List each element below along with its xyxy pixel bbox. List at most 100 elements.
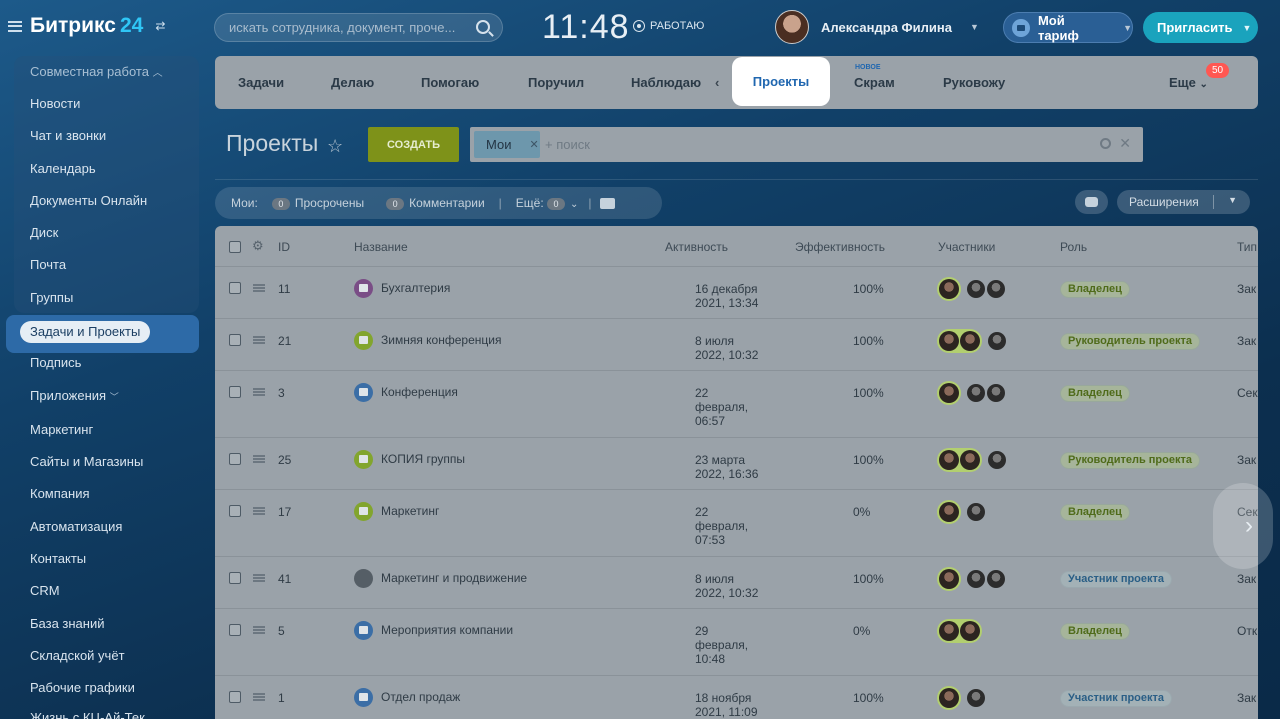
chevron-down-icon[interactable]: ▼ <box>970 22 979 32</box>
tariff-button[interactable]: Мой тариф ▼ <box>1003 12 1133 43</box>
tab-assigned[interactable]: Поручил <box>528 75 584 90</box>
sidebar-item-company[interactable]: Компания <box>30 484 90 504</box>
members[interactable] <box>937 329 1006 353</box>
project-name[interactable]: Зимняя конференция <box>381 333 501 347</box>
drag-handle-icon[interactable] <box>253 693 265 701</box>
project-name[interactable]: Отдел продаж <box>381 690 460 704</box>
drag-handle-icon[interactable] <box>253 388 265 396</box>
table-row[interactable]: 17 Маркетинг 22 февраля, 07:53 0% Владелец… <box>215 489 1258 556</box>
sidebar-item-documents[interactable]: Документы Онлайн <box>30 191 147 211</box>
project-name[interactable]: Мероприятия компании <box>381 623 513 637</box>
tab-helping[interactable]: Помогаю <box>421 75 479 90</box>
select-all-checkbox[interactable] <box>229 241 241 253</box>
row-checkbox[interactable] <box>229 282 241 294</box>
chevron-right-icon[interactable]: › <box>1213 483 1273 569</box>
header-efficiency[interactable]: Эффективность <box>795 240 885 254</box>
header-members[interactable]: Участники <box>938 240 995 254</box>
header-name[interactable]: Название <box>354 240 408 254</box>
project-name[interactable]: Маркетинг <box>381 504 439 518</box>
gear-icon[interactable]: ⚙ <box>252 238 264 254</box>
caret-down-icon[interactable]: ▼ <box>1228 195 1237 205</box>
sidebar-item-apps[interactable]: Приложения ﹀ <box>30 386 119 406</box>
table-row[interactable]: 11 Бухгалтерия 16 декабря 2021, 13:34 100… <box>215 266 1258 318</box>
counter-more[interactable]: Ещё: 0 ⌄ <box>516 196 578 210</box>
sidebar-item-crm[interactable]: CRM <box>30 581 60 601</box>
user-menu[interactable]: Александра Филина ▼ <box>775 10 979 44</box>
filter-search[interactable]: Мои ✕ + поиск ✕ <box>470 127 1143 162</box>
header-id[interactable]: ID <box>278 240 290 254</box>
table-row[interactable]: 21 Зимняя конференция 8 июля 2022, 10:32 … <box>215 318 1258 370</box>
sidebar-item-news[interactable]: Новости <box>30 94 80 114</box>
tab-projects[interactable]: Проекты <box>732 57 830 106</box>
table-row[interactable]: 25 КОПИЯ группы 23 марта 2022, 16:36 100%… <box>215 437 1258 489</box>
tab-doing[interactable]: Делаю <box>331 75 374 90</box>
row-checkbox[interactable] <box>229 691 241 703</box>
drag-handle-icon[interactable] <box>253 626 265 634</box>
sidebar-item-chat[interactable]: Чат и звонки <box>30 126 106 146</box>
table-row[interactable]: 3 Конференция 22 февраля, 06:57 100% Владе… <box>215 370 1258 437</box>
work-status[interactable]: РАБОТАЮ <box>633 20 704 32</box>
chevron-left-icon[interactable]: ‹ <box>715 75 719 90</box>
table-row[interactable]: 5 Мероприятия компании 29 февраля, 10:48 0… <box>215 608 1258 675</box>
create-button[interactable]: СОЗДАТЬ <box>368 127 459 162</box>
filter-input[interactable]: + поиск <box>545 137 590 152</box>
menu-icon[interactable] <box>8 20 22 32</box>
drag-handle-icon[interactable] <box>253 336 265 344</box>
drag-handle-icon[interactable] <box>253 507 265 515</box>
table-row[interactable]: 41 Маркетинг и продвижение 8 июля 2022, 1… <box>215 556 1258 608</box>
settings-toggle-icon[interactable]: ⇄ <box>155 19 165 33</box>
project-name[interactable]: КОПИЯ группы <box>381 452 465 466</box>
table-row[interactable]: 1 Отдел продаж 18 ноября 2021, 11:09 100%… <box>215 675 1258 719</box>
tab-more[interactable]: Еще ⌄ <box>1169 75 1208 90</box>
members[interactable] <box>937 619 986 643</box>
sidebar-item-contacts[interactable]: Контакты <box>30 549 86 569</box>
chat-icon[interactable] <box>599 197 615 209</box>
drag-handle-icon[interactable] <box>253 455 265 463</box>
search-input[interactable] <box>229 20 469 35</box>
counter-overdue[interactable]: 0 Просрочены <box>271 196 364 210</box>
sidebar-group-title[interactable]: Совместная работа ︿ <box>30 62 163 82</box>
sidebar-item-sites[interactable]: Сайты и Магазины <box>30 452 143 472</box>
row-checkbox[interactable] <box>229 386 241 398</box>
project-name[interactable]: Конференция <box>381 385 458 399</box>
project-name[interactable]: Бухгалтерия <box>381 281 450 295</box>
sidebar-item-mail[interactable]: Почта <box>30 255 66 275</box>
members[interactable] <box>937 448 1006 472</box>
drag-handle-icon[interactable] <box>253 284 265 292</box>
row-checkbox[interactable] <box>229 453 241 465</box>
search-icon[interactable] <box>1100 138 1111 149</box>
search-icon[interactable] <box>476 20 490 34</box>
star-icon[interactable]: ☆ <box>327 136 343 157</box>
row-checkbox[interactable] <box>229 624 241 636</box>
row-checkbox[interactable] <box>229 505 241 517</box>
members[interactable] <box>937 686 985 710</box>
members[interactable] <box>937 567 1005 591</box>
tab-managing[interactable]: Руковожу <box>943 75 1005 90</box>
tab-watching[interactable]: Наблюдаю <box>631 75 701 90</box>
tab-scrum[interactable]: Скрам <box>854 75 895 90</box>
sidebar-item-schedules[interactable]: Рабочие графики <box>30 678 135 698</box>
clear-icon[interactable]: ✕ <box>1119 135 1131 152</box>
sidebar-item-cut[interactable]: Жизнь с КЦ-Ай-Тек <box>30 711 145 719</box>
avatar[interactable] <box>775 10 809 44</box>
sidebar-item-marketing[interactable]: Маркетинг <box>30 420 93 440</box>
user-name[interactable]: Александра Филина <box>821 20 952 35</box>
header-role[interactable]: Роль <box>1060 240 1087 254</box>
sidebar-item-tasks-projects[interactable]: Задачи и Проекты <box>20 321 151 343</box>
header-type[interactable]: Тип <box>1237 240 1257 254</box>
tab-tasks[interactable]: Задачи <box>238 75 284 90</box>
global-search[interactable] <box>214 13 503 42</box>
extensions-button[interactable]: Расширения ▼ <box>1117 190 1250 214</box>
members[interactable] <box>937 500 985 524</box>
row-checkbox[interactable] <box>229 572 241 584</box>
header-activity[interactable]: Активность <box>665 240 728 254</box>
logo[interactable]: Битрикс 24 ⇄ <box>8 14 165 38</box>
members[interactable] <box>937 277 1005 301</box>
sidebar-item-disk[interactable]: Диск <box>30 223 58 243</box>
members[interactable] <box>937 381 1005 405</box>
sidebar-item-knowledge[interactable]: База знаний <box>30 614 105 634</box>
drag-handle-icon[interactable] <box>253 574 265 582</box>
row-checkbox[interactable] <box>229 334 241 346</box>
project-name[interactable]: Маркетинг и продвижение <box>381 571 527 585</box>
sidebar-item-calendar[interactable]: Календарь <box>30 159 96 179</box>
